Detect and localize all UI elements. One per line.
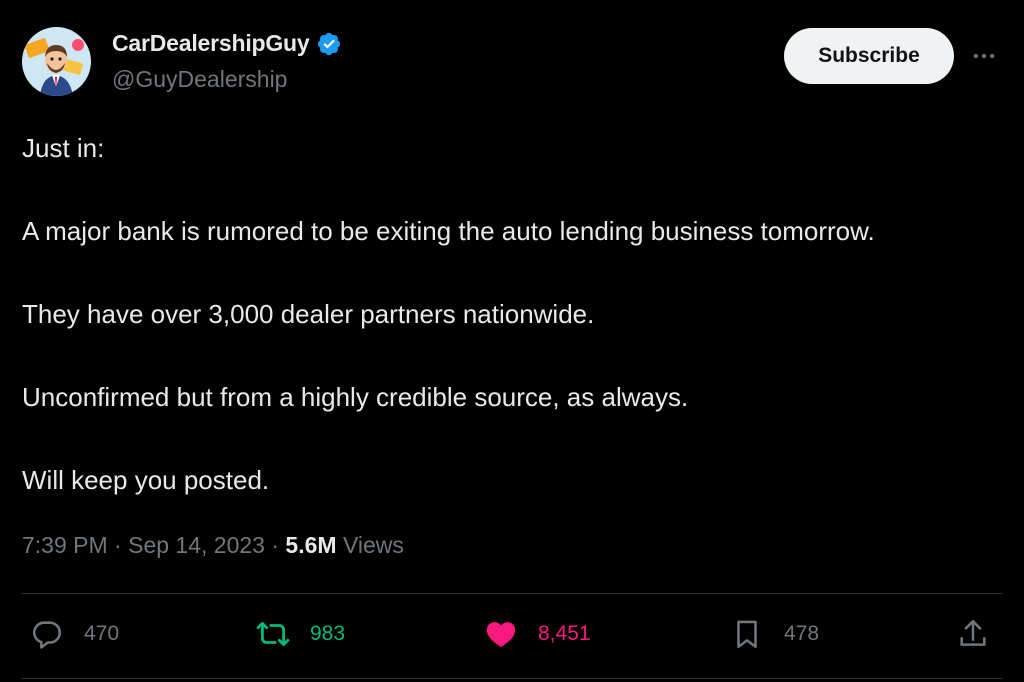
reply-button[interactable]: 470 (30, 614, 119, 654)
tweet-card: CarDealershipGuy @GuyDealership Subscrib… (0, 0, 1024, 682)
meta-separator: · (114, 532, 122, 558)
meta-separator: · (271, 532, 280, 558)
more-options-button[interactable] (968, 40, 1000, 72)
tweet-paragraph: They have over 3,000 dealer partners nat… (22, 299, 595, 329)
tweet-paragraph: A major bank is rumored to be exiting th… (22, 216, 875, 246)
retweet-icon (256, 621, 290, 647)
tweet-time[interactable]: 7:39 PM (22, 532, 108, 558)
tweet-paragraph: Will keep you posted. (22, 465, 270, 495)
share-icon (960, 619, 986, 646)
views-count[interactable]: 5.6M (285, 532, 336, 558)
author-handle[interactable]: @GuyDealership (112, 66, 287, 93)
author-display-name[interactable]: CarDealershipGuy (112, 30, 310, 57)
bookmark-count: 478 (784, 622, 820, 645)
retweet-count: 983 (310, 622, 346, 645)
tweet-paragraph: Unconfirmed but from a highly credible s… (22, 382, 689, 412)
tweet-text: Just in: A major bank is rumored to be e… (22, 132, 1012, 547)
bookmark-icon (737, 620, 757, 649)
views-label[interactable]: Views (343, 532, 404, 558)
tweet-meta: 7:39 PM · Sep 14, 2023 · 5.6M Views (22, 532, 404, 559)
more-horizontal-icon (973, 53, 995, 59)
verified-badge-icon (316, 31, 342, 57)
bookmark-button[interactable]: 478 (730, 614, 819, 654)
heart-icon (486, 622, 516, 648)
avatar[interactable] (22, 27, 91, 96)
like-count: 8,451 (538, 622, 591, 645)
reply-count: 470 (84, 622, 120, 645)
author-name-row[interactable]: CarDealershipGuy (112, 30, 342, 57)
tweet-paragraph: Just in: (22, 133, 105, 163)
like-button[interactable]: 8,451 (484, 614, 591, 654)
share-button[interactable] (956, 614, 990, 654)
reply-icon (32, 621, 62, 649)
tweet-date[interactable]: Sep 14, 2023 (128, 532, 265, 558)
retweet-button[interactable]: 983 (256, 614, 345, 654)
avatar-image (22, 27, 91, 96)
subscribe-button[interactable]: Subscribe (784, 28, 954, 84)
divider (22, 593, 1002, 594)
divider (22, 678, 1002, 679)
